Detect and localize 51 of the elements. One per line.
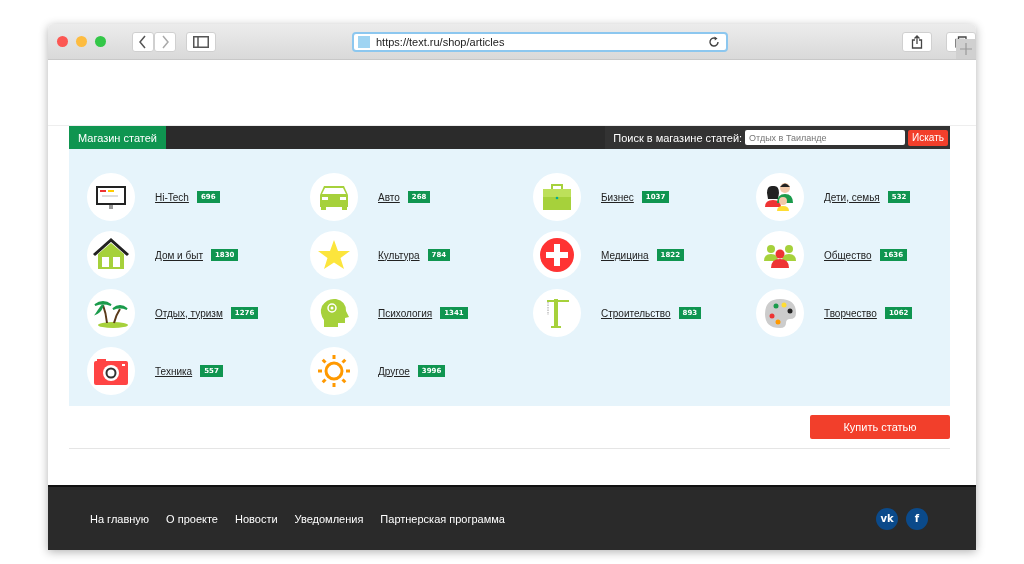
- sidebar-button[interactable]: [186, 31, 216, 52]
- monitor-icon[interactable]: [87, 173, 135, 221]
- category-link[interactable]: Строительство: [601, 307, 671, 319]
- category-link[interactable]: Hi-Tech: [155, 191, 189, 203]
- footer-link[interactable]: Партнерская программа: [380, 512, 505, 525]
- reload-icon[interactable]: [708, 35, 720, 48]
- palette-icon[interactable]: [756, 289, 804, 337]
- share-button[interactable]: [902, 31, 932, 52]
- car-icon[interactable]: [310, 173, 358, 221]
- category-link[interactable]: Отдых, туризм: [155, 307, 223, 319]
- social-link[interactable]: f: [906, 507, 928, 530]
- footer-link[interactable]: О проекте: [166, 512, 218, 525]
- footer-link[interactable]: На главную: [90, 512, 150, 525]
- share-icon: [911, 34, 923, 49]
- url-text: https://text.ru/shop/articles: [376, 35, 506, 48]
- people-icon[interactable]: [756, 231, 804, 279]
- category-link[interactable]: Техника: [155, 365, 193, 377]
- zoom-icon[interactable]: [95, 36, 106, 47]
- briefcase-icon[interactable]: [533, 173, 581, 221]
- category-link[interactable]: Творчество: [824, 307, 877, 319]
- search-field[interactable]: Отдых в Таиланде: [745, 130, 906, 145]
- house-icon[interactable]: [87, 231, 135, 279]
- category-link[interactable]: Психология: [378, 307, 433, 319]
- footer-link[interactable]: Уведомления: [294, 512, 364, 525]
- category-link[interactable]: Бизнес: [601, 191, 634, 203]
- category-link[interactable]: Культура: [378, 249, 420, 261]
- shop-tab[interactable]: Магазин статей: [69, 126, 166, 149]
- address-field[interactable]: https://text.ru/shop/articles: [352, 31, 728, 52]
- social-link[interactable]: vk: [876, 507, 898, 530]
- palm-island-icon[interactable]: [87, 289, 135, 337]
- favicon-icon: [358, 35, 370, 48]
- sun-icon[interactable]: [310, 347, 358, 395]
- crane-icon[interactable]: [533, 289, 581, 337]
- category-link[interactable]: Медицина: [601, 249, 649, 261]
- sidebar-icon: [193, 35, 209, 48]
- category-link[interactable]: Авто: [378, 191, 400, 203]
- category-link[interactable]: Другое: [378, 365, 410, 377]
- search-button[interactable]: Искать: [908, 129, 948, 146]
- buy-article-button[interactable]: Купить статью: [810, 415, 950, 439]
- head-icon[interactable]: [310, 289, 358, 337]
- camera-icon[interactable]: [87, 347, 135, 395]
- medical-cross-icon[interactable]: [533, 231, 581, 279]
- category-link[interactable]: Дети, семья: [824, 191, 880, 203]
- close-icon[interactable]: [57, 36, 68, 47]
- category-link[interactable]: Дом и быт: [155, 249, 203, 261]
- family-icon[interactable]: [756, 173, 804, 221]
- plus-icon: [960, 43, 972, 55]
- back-button[interactable]: [132, 31, 154, 52]
- category-link[interactable]: Общество: [824, 249, 872, 261]
- search-label: Поиск в магазине статей:: [613, 131, 743, 144]
- footer-link[interactable]: Новости: [235, 512, 278, 525]
